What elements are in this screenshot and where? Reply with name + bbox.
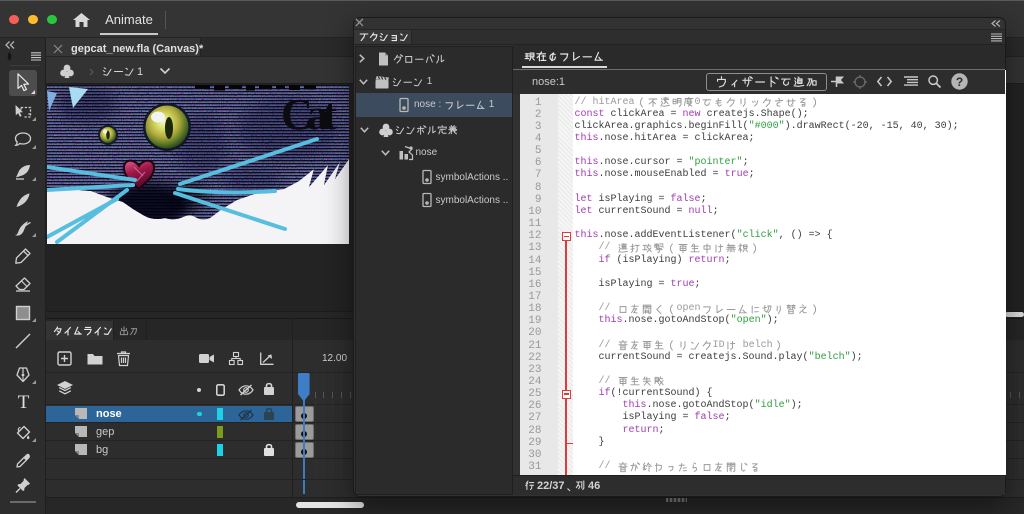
svg-text:?: ? xyxy=(956,75,963,89)
svg-text:Cat: Cat xyxy=(281,90,337,139)
